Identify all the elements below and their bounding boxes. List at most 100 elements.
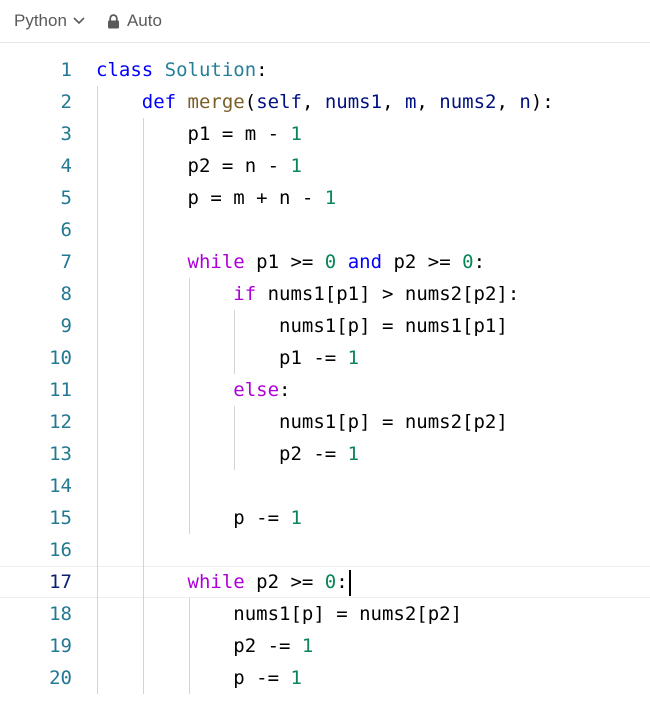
indent-guide — [188, 406, 190, 438]
line-number: 13 — [49, 443, 72, 465]
code-line[interactable]: 8 if nums1[p1] > nums2[p2]: — [0, 278, 650, 310]
code-token: p2 = n - — [187, 155, 291, 177]
indent-guide — [97, 150, 98, 182]
line-number: 15 — [49, 507, 72, 529]
code-token: while — [187, 251, 245, 273]
indent-guide — [142, 662, 144, 694]
indent-guide — [142, 246, 144, 278]
code-token: nums1[p] = nums2[p2] — [233, 603, 463, 625]
indent-guide — [142, 406, 144, 438]
line-number: 10 — [49, 347, 72, 369]
code-line[interactable]: 2 def merge(self, nums1, m, nums2, n): — [0, 86, 650, 118]
code-line[interactable]: 16 — [0, 534, 650, 566]
code-token: p1 >= — [244, 251, 325, 273]
indent-guide — [188, 630, 190, 662]
code-text — [96, 470, 233, 502]
code-line[interactable]: 20 p -= 1 — [0, 662, 650, 694]
indent-guide — [234, 438, 236, 470]
code-line[interactable]: 18 nums1[p] = nums2[p2] — [0, 598, 650, 630]
indent-guide — [234, 342, 236, 374]
indent-guide — [188, 502, 190, 534]
line-number: 8 — [60, 283, 72, 305]
code-text: if nums1[p1] > nums2[p2]: — [96, 278, 519, 310]
indent-guide — [188, 662, 190, 694]
code-token: 1 — [290, 667, 302, 689]
code-token: 0 — [462, 251, 474, 273]
line-number: 3 — [60, 123, 72, 145]
code-line[interactable]: 4 p2 = n - 1 — [0, 150, 650, 182]
indent-guide — [97, 406, 98, 438]
indent-guide — [97, 310, 98, 342]
code-token: 1 — [290, 123, 302, 145]
code-token: n — [519, 91, 531, 113]
code-text: nums1[p] = nums2[p2] — [96, 598, 462, 630]
editor-toolbar: Python Auto — [0, 0, 650, 43]
indent-guide — [97, 342, 98, 374]
indent-guide — [97, 374, 98, 406]
indent-guide — [97, 118, 98, 150]
code-line[interactable]: 12 nums1[p] = nums2[p2] — [0, 406, 650, 438]
line-number: 12 — [49, 411, 72, 433]
code-line[interactable]: 9 nums1[p] = nums1[p1] — [0, 310, 650, 342]
indent-guide — [97, 182, 98, 214]
code-token: ): — [530, 91, 554, 113]
code-token: self — [256, 91, 302, 113]
indent-guide — [142, 374, 144, 406]
code-text: p = m + n - 1 — [96, 182, 336, 214]
code-line[interactable]: 19 p2 -= 1 — [0, 630, 650, 662]
line-number: 11 — [49, 379, 72, 401]
indent-guide — [142, 502, 144, 534]
indent-guide — [142, 470, 144, 502]
code-line[interactable]: 15 p -= 1 — [0, 502, 650, 534]
indent-guide — [97, 630, 98, 662]
code-token: p1 = m - — [187, 123, 291, 145]
code-token: nums1[p] = nums1[p1] — [279, 315, 508, 337]
indent-guide — [97, 502, 98, 534]
code-line[interactable]: 11 else: — [0, 374, 650, 406]
indent-guide — [97, 214, 98, 246]
indent-guide — [188, 598, 190, 630]
line-number: 14 — [49, 475, 72, 497]
indent-guide — [142, 278, 144, 310]
code-line[interactable]: 5 p = m + n - 1 — [0, 182, 650, 214]
indent-guide — [97, 438, 98, 470]
line-number: 17 — [49, 571, 72, 593]
indent-guide — [188, 310, 190, 342]
code-token: , — [301, 91, 325, 113]
lock-icon — [107, 13, 120, 29]
code-line[interactable]: 6 — [0, 214, 650, 246]
code-line[interactable]: 10 p1 -= 1 — [0, 342, 650, 374]
line-number: 2 — [60, 91, 72, 113]
indent-guide — [142, 118, 144, 150]
line-number: 9 — [60, 315, 72, 337]
line-number: 7 — [60, 251, 72, 273]
code-token: p -= — [233, 507, 291, 529]
code-line[interactable]: 3 p1 = m - 1 — [0, 118, 650, 150]
line-number: 18 — [49, 603, 72, 625]
language-selector[interactable]: Python — [14, 11, 85, 31]
code-line[interactable]: 17 while p2 >= 0: — [0, 566, 650, 598]
code-token: nums1[p1] > nums2[p2]: — [256, 283, 520, 305]
code-text: while p2 >= 0: — [96, 566, 351, 598]
code-line[interactable]: 14 — [0, 470, 650, 502]
indent-guide — [142, 342, 144, 374]
code-token: p2 >= — [382, 251, 463, 273]
code-token: if — [233, 283, 257, 305]
line-number: 20 — [49, 667, 72, 689]
line-number: 19 — [49, 635, 72, 657]
code-text: def merge(self, nums1, m, nums2, n): — [96, 86, 554, 118]
code-line[interactable]: 1 class Solution: — [0, 54, 650, 86]
indent-guide — [142, 598, 144, 630]
code-line[interactable]: 13 p2 -= 1 — [0, 438, 650, 470]
text-cursor — [348, 569, 351, 596]
indent-guide — [142, 534, 144, 566]
code-text: else: — [96, 374, 291, 406]
code-editor[interactable]: 1 class Solution: 2 def merge(self, nums1,… — [0, 54, 650, 694]
line-number: 5 — [60, 187, 72, 209]
code-token: nums2 — [439, 91, 497, 113]
code-line[interactable]: 7 while p1 >= 0 and p2 >= 0: — [0, 246, 650, 278]
code-token: : — [336, 571, 348, 593]
autocomplete-mode[interactable]: Auto — [107, 11, 162, 31]
code-text: p2 -= 1 — [96, 630, 313, 662]
